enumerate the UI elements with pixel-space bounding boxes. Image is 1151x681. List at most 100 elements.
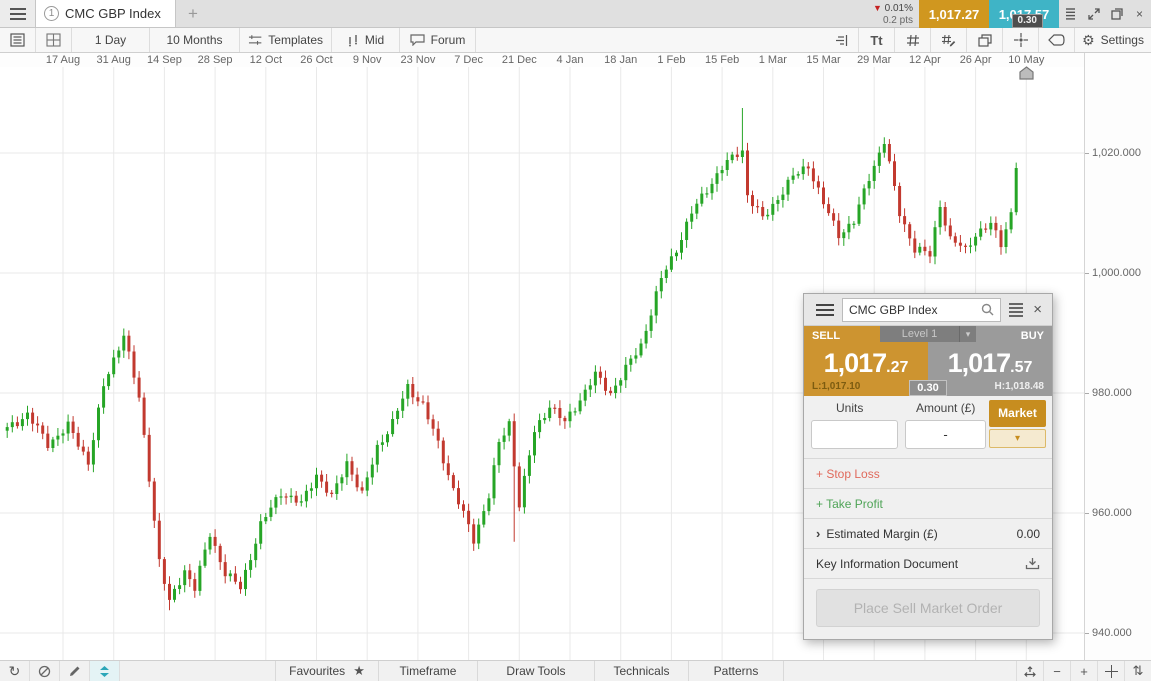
header-sell-price-button[interactable]: 1,017.27 bbox=[919, 0, 989, 28]
ticket-order-form: Units Amount (£) Market ▾ bbox=[804, 396, 1052, 458]
date-tick-label: 7 Dec bbox=[454, 54, 483, 66]
ticket-spread-badge: 0.30 bbox=[909, 380, 947, 396]
grid-toggle-button[interactable] bbox=[895, 28, 931, 52]
module-window-controls: × bbox=[1059, 0, 1151, 28]
date-tick-label: 31 Aug bbox=[97, 54, 131, 66]
vertical-scale-button[interactable]: ⇅ bbox=[1124, 661, 1151, 681]
favourites-button[interactable]: Favourites ★ bbox=[275, 661, 379, 681]
ticket-header: CMC GBP Index × bbox=[804, 294, 1052, 326]
forum-button[interactable]: Forum bbox=[400, 28, 476, 52]
templates-label: Templates bbox=[268, 33, 323, 47]
grid-edit-icon bbox=[941, 34, 956, 47]
pencil-icon bbox=[68, 665, 81, 678]
download-icon[interactable] bbox=[1025, 557, 1040, 570]
units-label: Units bbox=[836, 401, 863, 415]
ticket-close-icon[interactable]: × bbox=[1031, 301, 1044, 318]
kid-label: Key Information Document bbox=[816, 557, 958, 571]
price-tag-icon bbox=[1048, 34, 1065, 46]
price-axis[interactable]: 1,020.0001,000.000980.000960.000940.000 bbox=[1084, 53, 1151, 660]
patterns-button[interactable]: Patterns bbox=[688, 661, 784, 681]
ticket-search-value: CMC GBP Index bbox=[849, 303, 977, 317]
add-stop-loss-row[interactable]: + Stop Loss bbox=[804, 458, 1052, 488]
date-tick-label: 9 Nov bbox=[353, 54, 382, 66]
place-sell-market-order-button[interactable]: Place Sell Market Order bbox=[816, 589, 1040, 627]
units-input[interactable] bbox=[811, 420, 898, 449]
date-tick-label: 14 Sep bbox=[147, 54, 182, 66]
gear-icon: ⚙ bbox=[1082, 32, 1095, 49]
watchlist-button[interactable] bbox=[0, 28, 36, 52]
range-dropdown[interactable]: 10 Months bbox=[150, 28, 240, 52]
chart-toolbar: 1 Day 10 Months Templates Mid Forum Tt bbox=[0, 28, 1151, 53]
timeframe-button[interactable]: Timeframe bbox=[378, 661, 478, 681]
technicals-button[interactable]: Technicals bbox=[594, 661, 689, 681]
mid-label: Mid bbox=[365, 33, 384, 47]
event-marker[interactable] bbox=[1018, 66, 1035, 84]
date-tick-label: 15 Feb bbox=[705, 54, 739, 66]
clear-drawings-button[interactable] bbox=[30, 661, 60, 681]
level-label: Level 1 bbox=[880, 326, 959, 342]
price-type-dropdown[interactable]: Mid bbox=[332, 28, 400, 52]
ticket-module-menu-icon[interactable] bbox=[1009, 303, 1023, 317]
estimated-margin-row[interactable]: › Estimated Margin (£) 0.00 bbox=[804, 518, 1052, 548]
tab-bar: 1 CMC GBP Index + ▼ 0.01% 0.2 pts 1,017.… bbox=[0, 0, 1151, 28]
hamburger-icon bbox=[10, 13, 26, 15]
price-change: ▼ 0.01% 0.2 pts bbox=[873, 0, 919, 28]
text-tool-button[interactable]: Tt bbox=[859, 28, 895, 52]
date-tick-label: 23 Nov bbox=[400, 54, 435, 66]
settings-button[interactable]: ⚙ Settings bbox=[1075, 28, 1151, 52]
bottom-toolbar: ↻ Favourites ★ Timeframe Draw Tools Tech… bbox=[0, 660, 1151, 681]
amount-input[interactable] bbox=[905, 420, 986, 449]
expand-icon[interactable] bbox=[1082, 0, 1105, 28]
teal-chevrons-icon bbox=[99, 665, 110, 678]
add-take-profit-row[interactable]: + Take Profit bbox=[804, 488, 1052, 518]
grid-edit-button[interactable] bbox=[931, 28, 967, 52]
tab-title: CMC GBP Index bbox=[65, 6, 161, 21]
ticket-menu-icon[interactable] bbox=[816, 309, 834, 311]
price-tick-label: 1,000.000 bbox=[1092, 267, 1141, 279]
order-type-chevron[interactable]: ▾ bbox=[989, 429, 1046, 448]
key-information-document-row[interactable]: Key Information Document bbox=[804, 548, 1052, 578]
order-ticket-panel: CMC GBP Index × SELL 1,017.27 L:1,017.10… bbox=[803, 293, 1053, 640]
main-menu-button[interactable] bbox=[0, 0, 36, 27]
price-tick-label: 980.000 bbox=[1092, 387, 1132, 399]
reset-chart-button[interactable]: ↻ bbox=[0, 661, 30, 681]
module-menu-icon[interactable] bbox=[1059, 0, 1082, 28]
settings-label: Settings bbox=[1101, 33, 1144, 47]
search-icon bbox=[981, 303, 994, 316]
level-dropdown[interactable]: Level 1 ▾ bbox=[880, 326, 976, 342]
draw-tools-button[interactable]: Draw Tools bbox=[477, 661, 595, 681]
period-dropdown[interactable]: 1 Day bbox=[72, 28, 150, 52]
popout-icon[interactable] bbox=[1105, 0, 1128, 28]
sell-price-main: 1,017 bbox=[824, 348, 887, 378]
quick-trade-toggle[interactable] bbox=[90, 661, 120, 681]
date-tick-label: 15 Mar bbox=[806, 54, 840, 66]
price-label-button[interactable] bbox=[1039, 28, 1075, 52]
layout-grid-button[interactable] bbox=[36, 28, 72, 52]
date-tick-label: 1 Feb bbox=[657, 54, 685, 66]
prohibit-icon bbox=[38, 665, 51, 678]
close-icon[interactable]: × bbox=[1128, 0, 1151, 28]
tab-number-badge: 1 bbox=[44, 6, 59, 21]
draw-button[interactable] bbox=[60, 661, 90, 681]
pan-mode-button[interactable] bbox=[1016, 661, 1043, 681]
crosshair-mode-button[interactable] bbox=[1097, 661, 1124, 681]
ticket-search-input[interactable]: CMC GBP Index bbox=[842, 298, 1001, 322]
session-low: L:1,017.10 bbox=[812, 381, 860, 392]
new-tab-button[interactable]: + bbox=[176, 0, 210, 27]
order-type-market-button[interactable]: Market bbox=[989, 400, 1046, 427]
templates-button[interactable]: Templates bbox=[240, 28, 332, 52]
trading-platform-window: 1 CMC GBP Index + ▼ 0.01% 0.2 pts 1,017.… bbox=[0, 0, 1151, 681]
change-percent: 0.01% bbox=[885, 3, 913, 14]
buy-price-dec: .57 bbox=[1010, 359, 1032, 376]
tab-cmc-gbp-index[interactable]: 1 CMC GBP Index bbox=[36, 0, 176, 27]
order-ladder-button[interactable] bbox=[823, 28, 859, 52]
estimated-margin-label: Estimated Margin (£) bbox=[826, 527, 937, 541]
cascade-windows-button[interactable] bbox=[967, 28, 1003, 52]
zoom-out-button[interactable]: − bbox=[1043, 661, 1070, 681]
date-axis: 17 Aug31 Aug14 Sep28 Sep12 Oct26 Oct9 No… bbox=[0, 53, 1084, 67]
templates-icon bbox=[248, 34, 262, 46]
ticket-price-section: SELL 1,017.27 L:1,017.10 BUY 1,017.57 H:… bbox=[804, 326, 1052, 396]
zoom-in-button[interactable]: + bbox=[1070, 661, 1097, 681]
date-tick-label: 4 Jan bbox=[557, 54, 584, 66]
crosshair-button[interactable] bbox=[1003, 28, 1039, 52]
